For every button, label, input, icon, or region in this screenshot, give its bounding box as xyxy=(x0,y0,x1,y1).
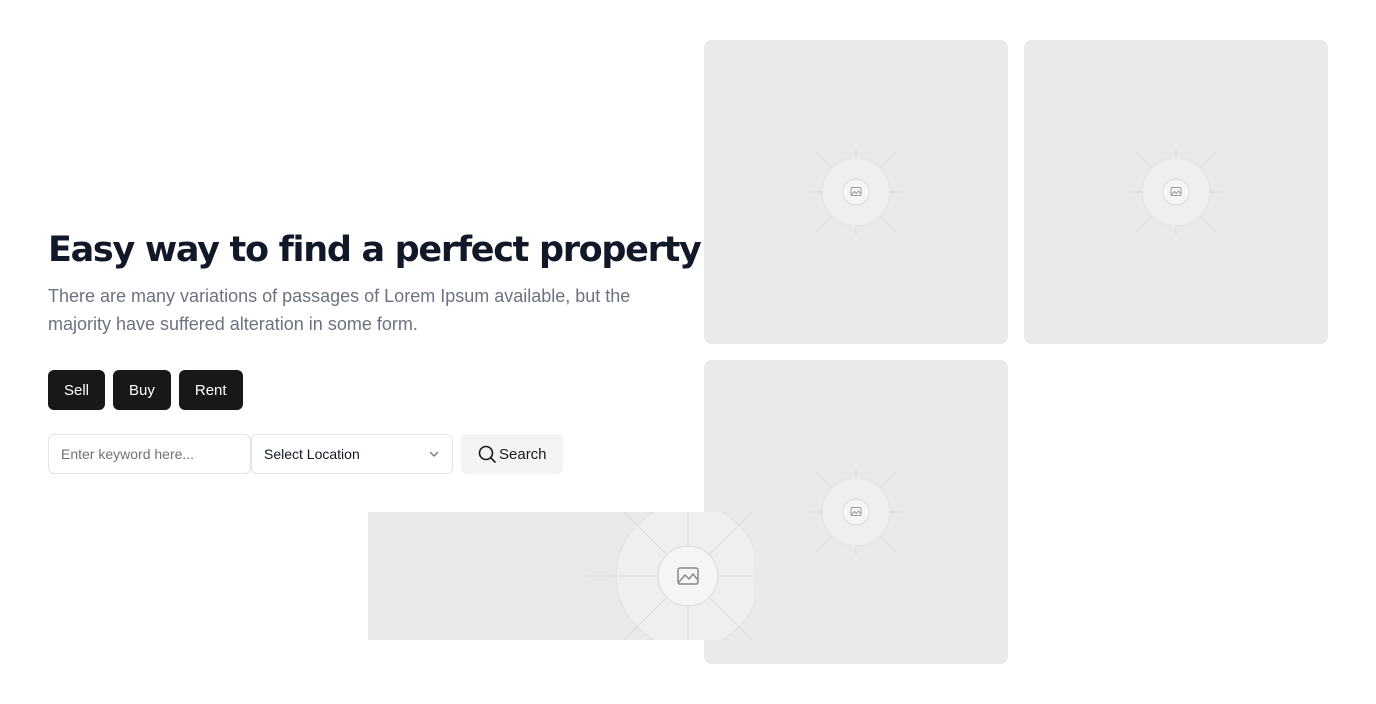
hero-title: Easy way to find a perfect property xyxy=(48,230,702,270)
keyword-input[interactable] xyxy=(48,434,251,474)
sell-button[interactable]: Sell xyxy=(48,370,106,410)
property-image-1 xyxy=(704,40,1008,344)
search-icon xyxy=(478,445,496,463)
listing-type-tabs: Sell Buy Rent xyxy=(48,370,243,410)
chevron-down-icon xyxy=(429,451,439,457)
location-select[interactable]: Select Location xyxy=(251,434,453,474)
search-button[interactable]: Search xyxy=(461,434,563,474)
hero-description: There are many variations of passages of… xyxy=(48,286,631,334)
rent-button[interactable]: Rent xyxy=(178,370,243,410)
search-button-label: Search xyxy=(499,445,547,463)
property-image-2 xyxy=(1024,40,1328,344)
property-image-4 xyxy=(368,512,754,640)
location-select-value: Select Location xyxy=(264,446,360,462)
search-bar: Select Location Search xyxy=(48,434,563,474)
buy-button[interactable]: Buy xyxy=(113,370,171,410)
